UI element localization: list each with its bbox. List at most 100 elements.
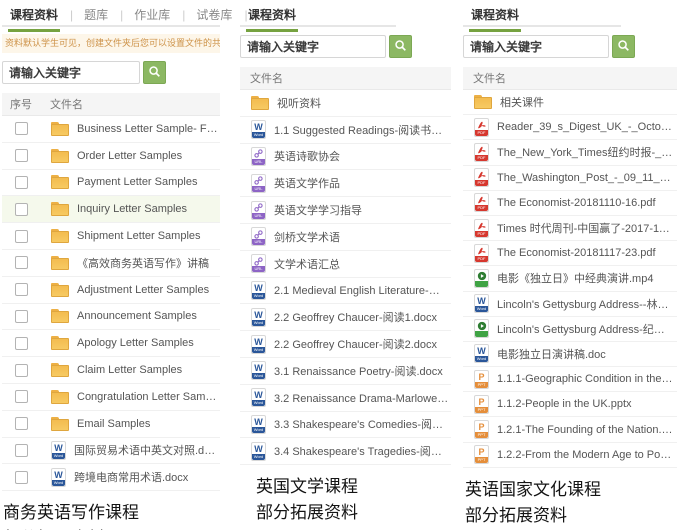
ppt-glyph: P bbox=[475, 371, 488, 383]
file-row[interactable]: WWord1.1 Suggested Readings-阅读书目.docx bbox=[240, 117, 451, 144]
search-button[interactable] bbox=[389, 35, 412, 58]
tab-course-files[interactable]: 课程资料 bbox=[246, 6, 298, 32]
file-row[interactable]: Apology Letter Samples bbox=[2, 330, 220, 357]
folder-front-panel bbox=[51, 338, 69, 350]
row-checkbox[interactable] bbox=[15, 337, 28, 350]
search-input[interactable] bbox=[463, 35, 609, 58]
ppt-band: PPT bbox=[475, 407, 488, 413]
file-row[interactable]: PDF The_Washington_Post_-_09_11_2018.pdf bbox=[463, 166, 677, 191]
tab-1[interactable]: 题库 bbox=[82, 6, 132, 29]
file-row[interactable]: WWord跨境电商常用术语.docx bbox=[2, 464, 220, 491]
file-row[interactable]: PPPT 1.2.2-From the Modern Age to Postwar… bbox=[463, 443, 677, 468]
url-band: URL bbox=[252, 213, 265, 219]
file-row[interactable]: WWord3.3 Shakespeare's Comedies-阅读.docx bbox=[240, 412, 451, 439]
row-checkbox[interactable] bbox=[15, 122, 28, 135]
search-button[interactable] bbox=[612, 35, 635, 58]
word-icon: WWord bbox=[251, 281, 266, 300]
file-row[interactable]: URL英语文学作品 bbox=[240, 170, 451, 197]
table-header: 序号文件名 bbox=[2, 93, 220, 116]
file-row[interactable]: PDFThe Economist-20181110-16.pdf bbox=[463, 191, 677, 216]
file-row[interactable]: Announcement Samples bbox=[2, 304, 220, 331]
file-row[interactable]: URL英语文学学习指导 bbox=[240, 197, 451, 224]
row-checkbox[interactable] bbox=[15, 149, 28, 162]
file-row[interactable]: WWord3.2 Renaissance Drama-Marlowe阅读.doc… bbox=[240, 385, 451, 412]
row-checkbox[interactable] bbox=[15, 256, 28, 269]
word-icon: WWord bbox=[251, 120, 266, 139]
row-checkbox[interactable] bbox=[15, 364, 28, 377]
tab-course-files[interactable]: 课程资料 bbox=[8, 6, 82, 32]
file-row[interactable]: Inquiry Letter Samples bbox=[2, 196, 220, 223]
file-row[interactable]: WWord2.2 Geoffrey Chaucer-阅读1.docx bbox=[240, 304, 451, 331]
file-row[interactable]: PPPT1.1.2-People in the UK.pptx bbox=[463, 392, 677, 417]
magnifier-icon bbox=[394, 39, 407, 55]
file-row[interactable]: WWord2.1 Medieval English Literature-阅读.… bbox=[240, 278, 451, 305]
pdf-band: PDF bbox=[475, 180, 488, 186]
pdf-icon: PDF bbox=[474, 168, 489, 187]
word-band: Word bbox=[475, 306, 488, 312]
search-bar bbox=[2, 61, 220, 84]
file-row[interactable]: PDFThe_New_York_Times纽约时报-_12_04_2019.pd… bbox=[463, 140, 677, 165]
file-row[interactable]: Business Letter Sample- Format bbox=[2, 116, 220, 143]
ppt-icon: PPPT bbox=[474, 445, 489, 464]
file-row[interactable]: WWord3.1 Renaissance Poetry-阅读.docx bbox=[240, 358, 451, 385]
row-checkbox[interactable] bbox=[15, 390, 28, 403]
pdf-icon: PDF bbox=[474, 193, 489, 212]
magnifier-icon bbox=[617, 39, 630, 55]
file-row[interactable]: WWord国际贸易术语中英文对照.docx bbox=[2, 438, 220, 465]
row-checkbox[interactable] bbox=[15, 310, 28, 323]
row-checkbox[interactable] bbox=[15, 230, 28, 243]
file-row[interactable]: 视听资料 bbox=[240, 90, 451, 117]
file-row[interactable]: URL英语诗歌协会 bbox=[240, 144, 451, 171]
file-name: 1.2.2-From the Modern Age to Postwar Bri… bbox=[497, 449, 677, 461]
row-checkbox[interactable] bbox=[15, 176, 28, 189]
file-name: 3.1 Renaissance Poetry-阅读.docx bbox=[274, 363, 445, 379]
file-row[interactable]: URL文学术语汇总 bbox=[240, 251, 451, 278]
row-checkbox[interactable] bbox=[15, 203, 28, 216]
file-row[interactable]: PPPT1.2.1-The Founding of the Nation.ppt… bbox=[463, 417, 677, 442]
file-row[interactable]: Claim Letter Samples bbox=[2, 357, 220, 384]
row-checkbox[interactable] bbox=[15, 471, 28, 484]
file-row[interactable]: PDFReader_39_s_Digest_UK_-_October_2018.… bbox=[463, 115, 677, 140]
file-row[interactable]: Adjustment Letter Samples bbox=[2, 277, 220, 304]
search-input[interactable] bbox=[2, 61, 140, 84]
file-name: The_Washington_Post_-_09_11_2018.pdf bbox=[497, 172, 677, 184]
file-row[interactable]: URL剑桥文学术语 bbox=[240, 224, 451, 251]
file-row[interactable]: Email Samples bbox=[2, 411, 220, 438]
file-row[interactable]: Congratulation Letter Samples bbox=[2, 384, 220, 411]
row-checkbox[interactable] bbox=[15, 283, 28, 296]
file-row[interactable]: Order Letter Samples bbox=[2, 143, 220, 170]
file-row[interactable]: 电影《独立日》中经典演讲.mp4 bbox=[463, 266, 677, 291]
file-row[interactable]: WWordLincoln's Gettysburg Address--林肯葛底斯… bbox=[463, 292, 677, 317]
url-band: URL bbox=[252, 186, 265, 192]
file-name: Lincoln's Gettysburg Address--林肯葛底斯堡演说.d… bbox=[497, 296, 677, 312]
tab-course-files[interactable]: 课程资料 bbox=[469, 6, 521, 32]
pdf-band: PDF bbox=[475, 231, 488, 237]
checkbox-cell bbox=[2, 444, 40, 457]
file-row[interactable]: PDF Times 时代周刊-中国赢了-2017-11-13.pdf bbox=[463, 216, 677, 241]
url-icon: URL bbox=[251, 227, 266, 246]
search-input[interactable] bbox=[240, 35, 386, 58]
file-name: Times 时代周刊-中国赢了-2017-11-13.pdf bbox=[497, 220, 677, 236]
search-button[interactable] bbox=[143, 61, 166, 84]
checkbox-cell bbox=[2, 122, 40, 135]
file-row[interactable]: PPPT1.1.1-Geographic Condition in the UK… bbox=[463, 367, 677, 392]
url-glyph bbox=[252, 202, 265, 214]
course-files-panel: 课程资料文件名视听资料WWord1.1 Suggested Readings-阅… bbox=[240, 0, 451, 526]
file-row[interactable]: WWord3.4 Shakespeare's Tragedies-阅读.docx bbox=[240, 438, 451, 465]
file-row[interactable]: PDFThe Economist-20181117-23.pdf bbox=[463, 241, 677, 266]
file-row[interactable]: WWord2.2 Geoffrey Chaucer-阅读2.docx bbox=[240, 331, 451, 358]
file-row[interactable]: 相关课件 bbox=[463, 90, 677, 115]
folder-front-panel bbox=[251, 98, 269, 110]
row-checkbox[interactable] bbox=[15, 444, 28, 457]
file-row[interactable]: WWord电影独立日演讲稿.doc bbox=[463, 342, 677, 367]
row-checkbox[interactable] bbox=[15, 417, 28, 430]
tab-2[interactable]: 作业库 bbox=[132, 6, 194, 29]
pdf-band: PDF bbox=[475, 205, 488, 211]
file-row[interactable]: 《高效商务英语写作》讲稿 bbox=[2, 250, 220, 277]
file-row[interactable]: Shipment Letter Samples bbox=[2, 223, 220, 250]
tab-bar: 课程资料 bbox=[463, 0, 677, 27]
file-row[interactable]: Lincoln's Gettysburg Address-纪录片视频-搜狐视频.… bbox=[463, 317, 677, 342]
word-icon: WWord bbox=[474, 344, 489, 363]
file-row[interactable]: Payment Letter Samples bbox=[2, 170, 220, 197]
checkbox-cell bbox=[2, 283, 40, 296]
